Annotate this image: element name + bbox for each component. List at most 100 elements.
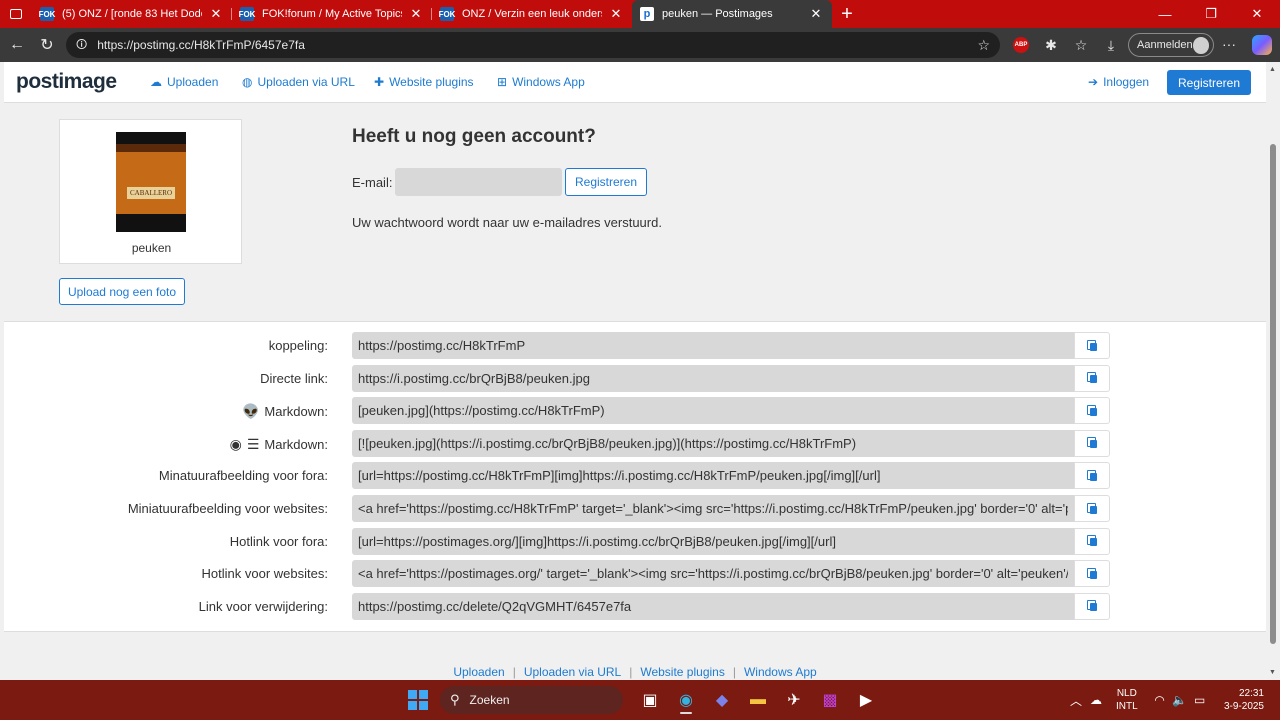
signup-register-button[interactable]: Registreren <box>565 168 647 196</box>
copy-button[interactable] <box>1074 495 1110 522</box>
link-field[interactable] <box>352 462 1074 490</box>
site-navbar: postimage ☁ Uploaden ◍ Uploaden via URL ✚ Web… <box>4 62 1266 103</box>
language-indicator[interactable]: NLD INTL <box>1116 687 1138 713</box>
copilot-icon[interactable] <box>1252 35 1272 55</box>
tab-strip: FOK(5) ONZ / [ronde 83 Het Dodetop✕FOKFO… <box>0 0 1280 28</box>
copy-icon <box>1086 502 1098 515</box>
sign-in-icon: ➔ <box>1088 75 1099 89</box>
footer-link[interactable]: Website plugins <box>640 665 725 679</box>
extensions-icon[interactable]: ✱ <box>1036 37 1066 54</box>
battery-icon[interactable]: ▭ <box>1190 693 1210 707</box>
downloads-icon[interactable]: ⤓ <box>1096 37 1126 54</box>
footer-link[interactable]: Windows App <box>744 665 817 679</box>
copy-button[interactable] <box>1074 592 1110 620</box>
link-label: Minatuurafbeelding voor fora: <box>159 468 328 483</box>
favorites-icon[interactable]: ☆ <box>1066 37 1096 54</box>
image-thumbnail[interactable]: CABALLERO <box>116 132 186 232</box>
cloud-upload-icon: ☁ <box>150 75 162 89</box>
task-view-icon[interactable]: ▣ <box>632 686 668 714</box>
onedrive-icon[interactable]: ☁ <box>1086 693 1106 707</box>
upload-another-button[interactable]: Upload nog een foto <box>59 278 185 305</box>
start-button[interactable] <box>408 690 428 710</box>
close-tab-icon[interactable]: ✕ <box>408 6 424 22</box>
favorite-star-icon[interactable]: ☆ <box>977 37 990 54</box>
copy-button[interactable] <box>1074 462 1110 490</box>
edge-icon[interactable]: ◉ <box>668 686 704 714</box>
footer-link[interactable]: Uploaden via URL <box>524 665 621 679</box>
link-field[interactable] <box>352 560 1074 588</box>
nav-link-uploaden[interactable]: ☁ Uploaden <box>150 75 218 89</box>
address-bar-row: ← ↻ 🛈 https://postimg.cc/H8kTrFmP/6457e7… <box>0 28 1280 62</box>
postimage-logo[interactable]: postimage <box>16 70 117 94</box>
footer-link[interactable]: Uploaden <box>453 665 504 679</box>
refresh-button[interactable]: ↻ <box>32 30 62 60</box>
new-tab-button[interactable]: + <box>832 3 862 26</box>
password-note: Uw wachtwoord wordt naar uw e-mailadres … <box>352 215 662 230</box>
browser-tab[interactable]: p peuken — Postimages ✕ <box>632 0 832 28</box>
copy-button[interactable] <box>1074 364 1110 392</box>
link-field[interactable] <box>352 332 1074 359</box>
email-field[interactable] <box>395 168 562 196</box>
clock[interactable]: 22:31 3-9-2025 <box>1218 687 1264 713</box>
profile-label: Aanmelden <box>1137 39 1193 51</box>
settings-more-icon[interactable]: ··· <box>1222 36 1236 52</box>
url-text[interactable]: https://postimg.cc/H8kTrFmP/6457e7fa <box>97 38 977 52</box>
browser-tab[interactable]: FOK ONZ / Verzin een leuk onderschri ✕ <box>432 0 632 28</box>
close-tab-icon[interactable]: ✕ <box>208 6 224 22</box>
link-row: Hotlink voor fora: <box>4 527 1266 555</box>
copy-button[interactable] <box>1074 332 1110 359</box>
scroll-up-icon[interactable]: ▲ <box>1269 66 1276 73</box>
copy-button[interactable] <box>1074 429 1110 457</box>
teams-icon[interactable]: ◆ <box>704 686 740 714</box>
link-field[interactable] <box>352 592 1074 620</box>
nav-link-windows-app[interactable]: ⊞ Windows App <box>497 75 585 89</box>
taskbar-apps: ▣ ◉ ◆ ▬ ✈ ▩ ▶ <box>632 686 884 714</box>
show-hidden-icons-icon[interactable]: ︿ <box>1066 692 1086 709</box>
search-icon: ⚲ <box>450 692 460 707</box>
profile-button[interactable]: Aanmelden <box>1128 33 1214 57</box>
close-window-button[interactable]: ✕ <box>1234 0 1280 28</box>
link-field[interactable] <box>352 495 1074 522</box>
link-field[interactable] <box>352 527 1074 555</box>
tab-actions-menu[interactable] <box>0 0 32 28</box>
keyboard-layout: INTL <box>1116 701 1138 712</box>
link-field[interactable] <box>352 364 1074 392</box>
link-field[interactable] <box>352 397 1074 425</box>
file-explorer-icon[interactable]: ▬ <box>740 686 776 714</box>
copy-button[interactable] <box>1074 527 1110 555</box>
adblock-plus-icon[interactable]: ABP <box>1013 37 1029 53</box>
link-label: ◉ ☰ Markdown: <box>230 436 328 453</box>
media-player-icon[interactable]: ▶ <box>848 686 884 714</box>
back-button[interactable]: ← <box>2 30 32 60</box>
wifi-icon[interactable]: ◠ <box>1150 693 1170 707</box>
close-tab-icon[interactable]: ✕ <box>808 6 824 22</box>
app-icon[interactable]: ✈ <box>776 686 812 714</box>
copy-icon <box>1086 567 1098 580</box>
nav-link-label: Uploaden <box>167 75 219 89</box>
copy-button[interactable] <box>1074 397 1110 425</box>
close-tab-icon[interactable]: ✕ <box>608 6 624 22</box>
nav-link-uploaden-via-url[interactable]: ◍ Uploaden via URL <box>242 75 355 89</box>
page-scrollbar[interactable]: ▲ ▼ <box>1266 62 1280 680</box>
browser-tab[interactable]: FOK FOK!forum / My Active Topics van ✕ <box>232 0 432 28</box>
scrollbar-thumb[interactable] <box>1270 144 1276 644</box>
scroll-down-icon[interactable]: ▼ <box>1269 669 1276 676</box>
game-icon[interactable]: ▩ <box>812 686 848 714</box>
volume-icon[interactable]: 🔈 <box>1170 693 1190 707</box>
copy-button[interactable] <box>1074 560 1110 588</box>
taskbar-search[interactable]: ⚲ Zoeken <box>440 686 623 714</box>
address-bar[interactable]: 🛈 https://postimg.cc/H8kTrFmP/6457e7fa ☆ <box>66 32 1000 58</box>
maximize-button[interactable]: ❐ <box>1188 0 1234 28</box>
browser-tab[interactable]: FOK (5) ONZ / [ronde 83 Het Dodetop ✕ <box>32 0 232 28</box>
register-button[interactable]: Registreren <box>1167 70 1251 95</box>
link-label: koppeling: <box>269 338 328 353</box>
minimize-button[interactable]: — <box>1142 0 1188 28</box>
copy-icon <box>1086 535 1098 547</box>
nav-link-website-plugins[interactable]: ✚ Website plugins <box>374 75 474 89</box>
footer-separator: | <box>629 665 633 679</box>
link-label: Hotlink voor websites: <box>202 566 328 581</box>
login-link[interactable]: ➔ Inloggen <box>1088 75 1149 89</box>
link-field[interactable] <box>352 429 1074 457</box>
site-info-icon[interactable]: 🛈 <box>76 36 87 55</box>
login-label: Inloggen <box>1103 75 1150 89</box>
